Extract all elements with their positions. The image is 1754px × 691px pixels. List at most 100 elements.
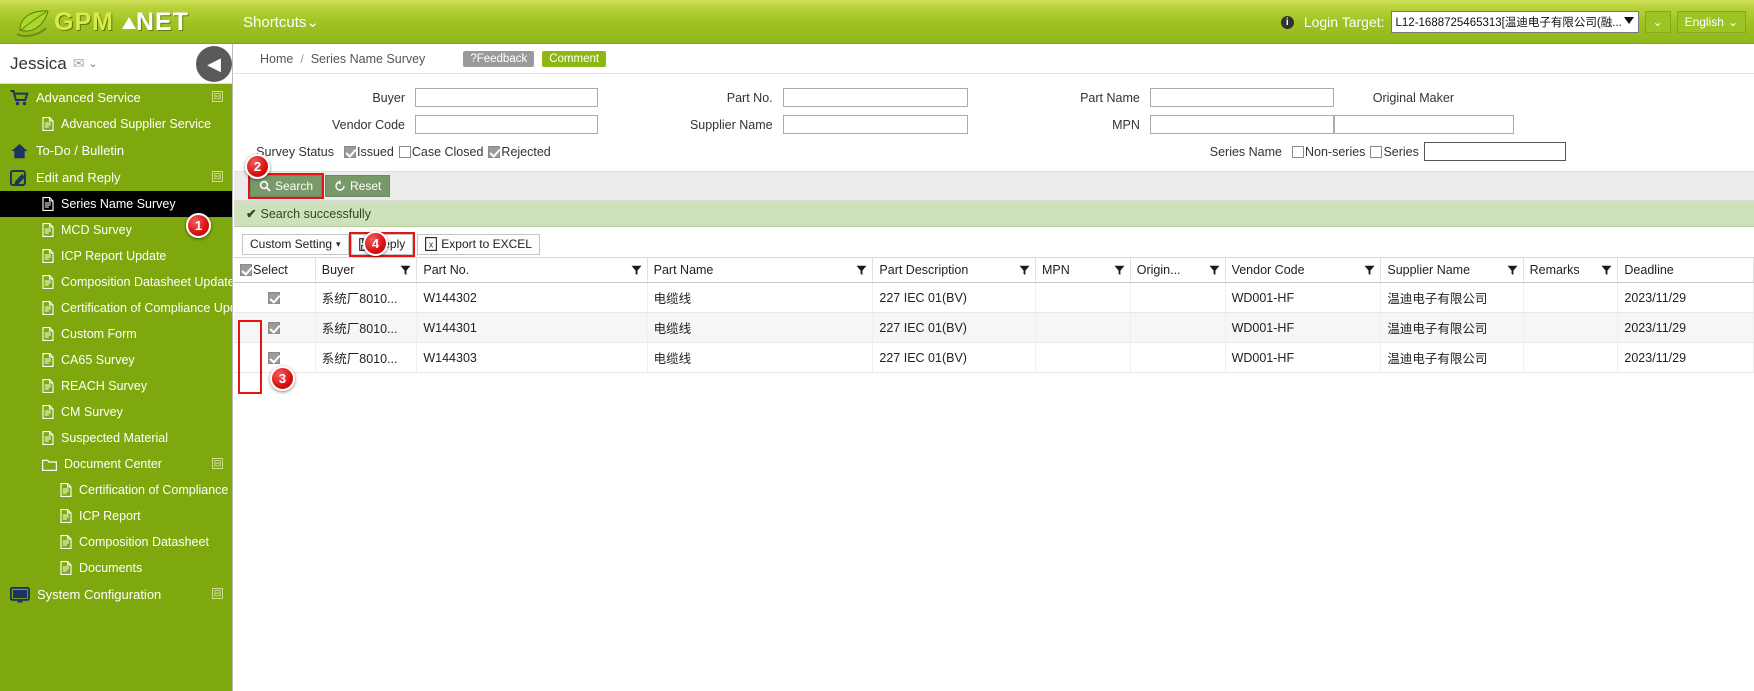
document-icon <box>60 535 72 549</box>
custom-setting-button[interactable]: Custom Setting ▾ <box>242 234 349 255</box>
column-header-label: Part No. <box>423 263 469 277</box>
column-header-origin[interactable]: Origin... <box>1130 258 1225 283</box>
reset-button[interactable]: Reset <box>325 175 390 197</box>
logo-text-gpm: GPM <box>54 8 114 37</box>
sidebar-item-icp-report-update[interactable]: ICP Report Update <box>0 243 232 269</box>
table-row[interactable]: 系统厂8010...W144301电缆线227 IEC 01(BV)WD001-… <box>234 313 1754 343</box>
vendor-code-input[interactable] <box>415 115 598 134</box>
table-row[interactable]: 系统厂8010...W144303电缆线227 IEC 01(BV)WD001-… <box>234 343 1754 373</box>
status-rejected-label: Rejected <box>501 145 550 159</box>
series-name-input[interactable] <box>1424 142 1566 161</box>
cell-supplier-name: 温迪电子有限公司 <box>1381 313 1523 343</box>
status-rejected-checkbox[interactable] <box>488 146 500 158</box>
column-header-supplier-name[interactable]: Supplier Name <box>1381 258 1523 283</box>
user-row[interactable]: Jessica ✉ ⌄ ◀ <box>0 44 232 84</box>
cart-icon <box>10 90 29 106</box>
sidebar-item-composition-datasheet-update[interactable]: Composition Datasheet Update <box>0 269 232 295</box>
column-header-label: Vendor Code <box>1232 263 1305 277</box>
comment-button[interactable]: Comment <box>542 51 606 67</box>
column-header-part-description[interactable]: Part Description <box>873 258 1036 283</box>
row-select-checkbox[interactable] <box>268 352 280 364</box>
status-case-closed-checkbox[interactable] <box>399 146 411 158</box>
original-maker-input[interactable] <box>1334 115 1514 134</box>
column-header-deadline[interactable]: Deadline <box>1618 258 1754 283</box>
part-no-input[interactable] <box>783 88 968 107</box>
sidebar-item-icp-report[interactable]: ICP Report <box>0 503 232 529</box>
custom-setting-label: Custom Setting <box>250 237 332 251</box>
cell-origin <box>1130 313 1225 343</box>
mpn-input[interactable] <box>1150 115 1334 134</box>
sidebar-item-document-center[interactable]: Document Center⊟ <box>0 451 232 477</box>
table-row[interactable]: 系统厂8010...W144302电缆线227 IEC 01(BV)WD001-… <box>234 283 1754 313</box>
status-issued-checkbox[interactable] <box>344 146 356 158</box>
cell-vendor-code: WD001-HF <box>1225 313 1381 343</box>
export-excel-button[interactable]: x Export to EXCEL <box>417 234 540 255</box>
cell-part-name: 电缆线 <box>647 283 873 313</box>
login-target-area: i Login Target: L12-1688725465313[温迪电子有限… <box>1281 9 1746 35</box>
sidebar-item-custom-form[interactable]: Custom Form <box>0 321 232 347</box>
sidebar-item-label: MCD Survey <box>61 223 132 237</box>
non-series-label: Non-series <box>1305 145 1365 159</box>
buyer-input[interactable] <box>415 88 598 107</box>
column-header-select[interactable]: Select <box>234 258 315 283</box>
language-selector[interactable]: English ⌄ <box>1677 11 1746 33</box>
check-icon: ✔ <box>246 206 256 221</box>
cell-part-no: W144301 <box>417 313 647 343</box>
column-header-buyer[interactable]: Buyer <box>315 258 417 283</box>
chevron-down-icon[interactable]: ⌄ <box>88 57 97 70</box>
filter-icon <box>1507 265 1518 276</box>
folder-icon <box>42 458 57 471</box>
column-header-vendor-code[interactable]: Vendor Code <box>1225 258 1381 283</box>
sidebar-item-system-configuration[interactable]: System Configuration⊟ <box>0 581 232 608</box>
login-target-select[interactable]: L12-1688725465313[温迪电子有限公司(融... <box>1391 11 1639 33</box>
feedback-button[interactable]: ?Feedback <box>463 51 534 67</box>
sidebar-item-reach-survey[interactable]: REACH Survey <box>0 373 232 399</box>
sidebar-item-suspected-material[interactable]: Suspected Material <box>0 425 232 451</box>
document-icon <box>42 223 54 237</box>
shortcuts-menu[interactable]: Shortcuts⌄ <box>243 13 319 31</box>
row-select-cell[interactable] <box>234 313 315 343</box>
cell-origin <box>1130 283 1225 313</box>
collapse-toggle-icon[interactable]: ⊟ <box>212 588 223 599</box>
sidebar-item-certification-of-compliance-update[interactable]: Certification of Compliance Update <box>0 295 232 321</box>
sidebar-item-label: Advanced Supplier Service <box>61 117 211 131</box>
column-header-part-no[interactable]: Part No. <box>417 258 647 283</box>
row-select-checkbox[interactable] <box>268 292 280 304</box>
sidebar-item-to-do-bulletin[interactable]: To-Do / Bulletin <box>0 137 232 164</box>
document-icon <box>60 483 72 497</box>
cell-part-no: W144303 <box>417 343 647 373</box>
row-select-checkbox[interactable] <box>268 322 280 334</box>
column-header-part-name[interactable]: Part Name <box>647 258 873 283</box>
breadcrumb-home[interactable]: Home <box>260 52 293 66</box>
sidebar-collapse-button[interactable]: ◀ <box>196 46 232 82</box>
select-all-checkbox[interactable] <box>240 264 252 276</box>
sidebar-item-ca65-survey[interactable]: CA65 Survey <box>0 347 232 373</box>
sidebar-item-advanced-supplier-service[interactable]: Advanced Supplier Service <box>0 111 232 137</box>
sidebar-item-composition-datasheet[interactable]: Composition Datasheet <box>0 529 232 555</box>
collapse-toggle-icon[interactable]: ⊟ <box>212 91 223 102</box>
collapse-toggle-icon[interactable]: ⊟ <box>212 171 223 182</box>
row-select-cell[interactable] <box>234 283 315 313</box>
mpn-label: MPN <box>968 118 1150 132</box>
part-name-input[interactable] <box>1150 88 1334 107</box>
non-series-checkbox[interactable] <box>1292 146 1304 158</box>
document-icon <box>42 353 54 367</box>
login-target-expand-button[interactable]: ⌄ <box>1645 11 1671 33</box>
cell-vendor-code: WD001-HF <box>1225 343 1381 373</box>
buyer-label: Buyer <box>234 91 415 105</box>
sidebar-item-edit-and-reply[interactable]: Edit and Reply⊟ <box>0 164 232 191</box>
sidebar-item-advanced-service[interactable]: Advanced Service⊟ <box>0 84 232 111</box>
cell-buyer: 系统厂8010... <box>315 313 417 343</box>
cell-supplier-name: 温迪电子有限公司 <box>1381 283 1523 313</box>
sidebar-item-certification-of-compliance[interactable]: Certification of Compliance <box>0 477 232 503</box>
sidebar-item-label: Certification of Compliance Update <box>61 301 232 315</box>
collapse-toggle-icon[interactable]: ⊟ <box>212 458 223 469</box>
column-header-mpn[interactable]: MPN <box>1035 258 1130 283</box>
sidebar-item-documents[interactable]: Documents <box>0 555 232 581</box>
series-checkbox[interactable] <box>1370 146 1382 158</box>
cell-value: 电缆线 <box>654 352 692 366</box>
mail-icon[interactable]: ✉ <box>73 55 85 72</box>
supplier-name-input[interactable] <box>783 115 968 134</box>
column-header-remarks[interactable]: Remarks <box>1523 258 1618 283</box>
sidebar-item-cm-survey[interactable]: CM Survey <box>0 399 232 425</box>
